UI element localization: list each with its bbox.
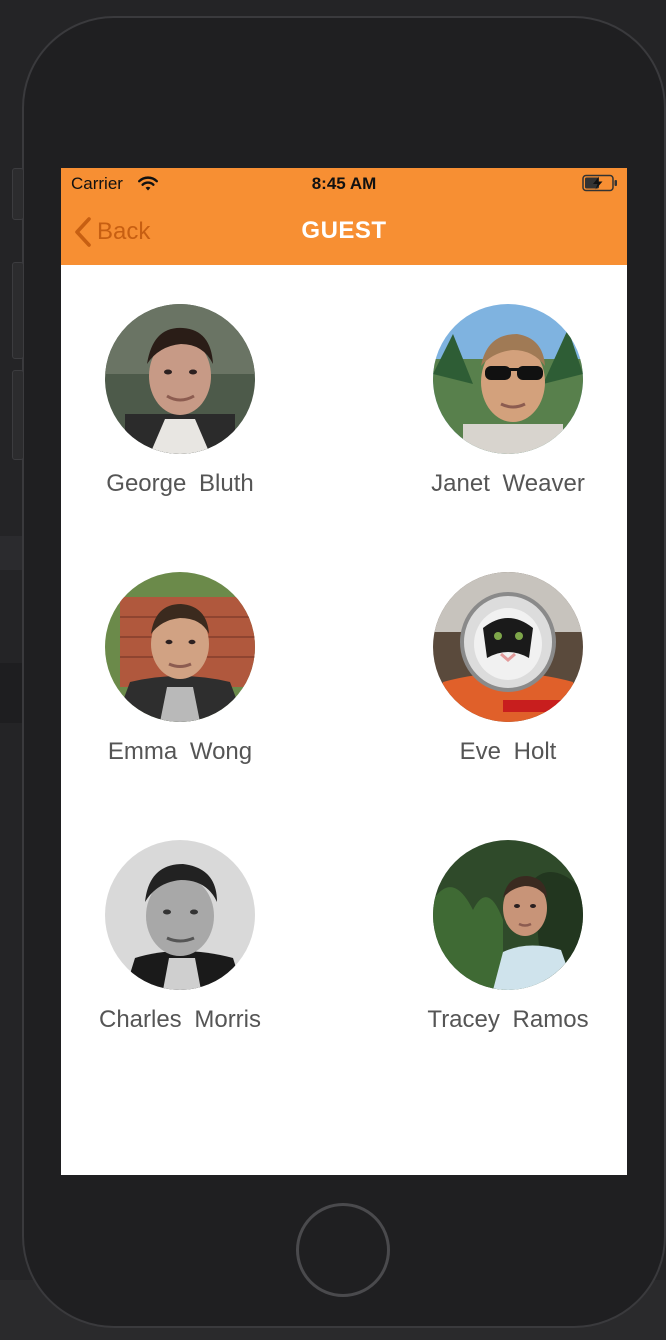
app-screen: Carrier 8:45 AM Back GUEST George Bluth … [61, 168, 627, 1175]
avatar [105, 304, 255, 454]
home-button[interactable] [296, 1203, 390, 1297]
status-time: 8:45 AM [311, 174, 377, 193]
guest-card[interactable]: Charles Morris [75, 801, 285, 1033]
page-title: GUEST [301, 217, 387, 244]
volume-down-button [12, 370, 24, 460]
guest-card[interactable]: George Bluth [75, 265, 285, 497]
battery-charging-icon [582, 174, 617, 192]
guest-name: Eve Holt [459, 738, 557, 765]
guest-name: Charles Morris [98, 1006, 262, 1033]
guest-card[interactable]: Janet Weaver [403, 265, 613, 497]
avatar [105, 572, 255, 722]
guest-name: Janet Weaver [431, 470, 585, 497]
guest-card[interactable]: Eve Holt [403, 533, 613, 765]
status-bar: Carrier 8:45 AM [61, 168, 627, 200]
volume-up-button [12, 262, 24, 359]
guest-name: Tracey Ramos [427, 1006, 589, 1033]
guest-card[interactable]: Tracey Ramos [403, 801, 613, 1033]
avatar [433, 840, 583, 990]
guest-name: George Bluth [106, 470, 254, 497]
guest-card[interactable]: Emma Wong [75, 533, 285, 765]
navigation-bar: Back GUEST [61, 200, 627, 265]
avatar [433, 304, 583, 454]
avatar [433, 572, 583, 722]
guest-name: Emma Wong [107, 738, 253, 765]
avatar [105, 840, 255, 990]
mute-switch [12, 168, 24, 220]
